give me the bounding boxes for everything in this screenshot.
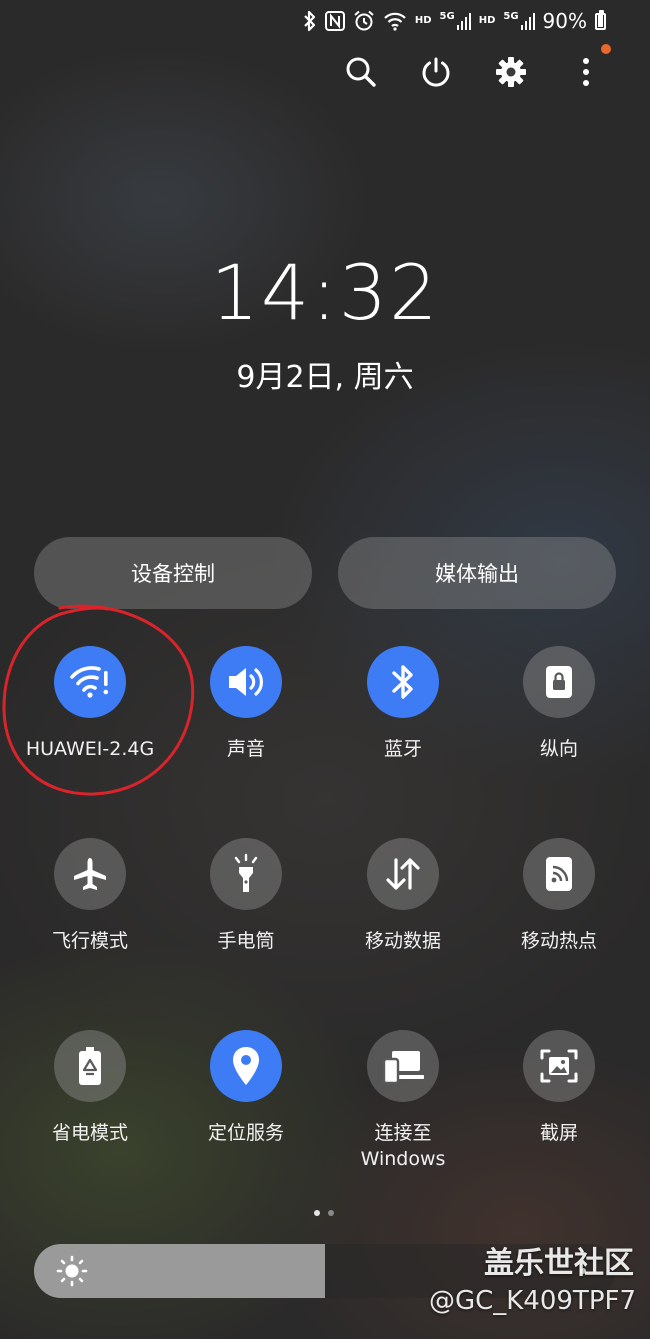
- link-windows-icon: [382, 1051, 424, 1085]
- tile-bluetooth-toggle[interactable]: [367, 646, 439, 718]
- search-button[interactable]: [341, 52, 381, 92]
- hd-badge: HD: [478, 15, 496, 26]
- tile-link-windows-toggle[interactable]: [367, 1030, 439, 1102]
- data-arrows-icon: [386, 858, 420, 890]
- battery-icon: [595, 9, 606, 30]
- alarm-icon: [354, 10, 374, 31]
- settings-button[interactable]: [491, 52, 531, 92]
- tile-airplane-toggle[interactable]: [54, 838, 126, 910]
- volume-icon: [229, 668, 263, 696]
- tile-portrait[interactable]: 纵向: [481, 646, 637, 762]
- page-indicator: [314, 1210, 334, 1216]
- tile-flashlight[interactable]: 手电筒: [168, 838, 324, 954]
- tile-airplane-label: 飞行模式: [51, 930, 128, 952]
- wifi-alert-icon: [70, 666, 109, 698]
- power-button[interactable]: [416, 52, 456, 92]
- clock-date: 9月2日, 周六: [236, 360, 414, 395]
- tile-hotspot-label: 移动热点: [520, 930, 597, 952]
- signal-icon: [520, 13, 535, 30]
- tile-flashlight-label: 手电筒: [217, 930, 275, 952]
- status-bar: HD 5G HD 5G 90%: [303, 8, 606, 34]
- signal-5g-2: 5G: [503, 11, 535, 30]
- airplane-icon: [74, 858, 106, 890]
- tile-flashlight-toggle[interactable]: [210, 838, 282, 910]
- signal-5g-1: 5G: [440, 12, 471, 30]
- more-vert-icon: [583, 58, 589, 86]
- tile-mobile-data-label: 移动数据: [364, 930, 441, 952]
- more-options-button[interactable]: [566, 52, 606, 92]
- settings-icon: [496, 57, 526, 87]
- bluetooth-icon: [392, 665, 413, 699]
- page-dot: [328, 1210, 334, 1216]
- tile-power-saving-label: 省电模式: [51, 1122, 128, 1144]
- flashlight-icon: [234, 853, 258, 892]
- tile-power-saving[interactable]: 省电模式: [12, 1030, 168, 1146]
- battery-fill: [598, 14, 603, 27]
- tile-wifi-toggle[interactable]: [54, 646, 126, 718]
- nfc-icon: [324, 11, 345, 31]
- power-icon: [422, 57, 450, 87]
- search-icon: [346, 57, 376, 87]
- tile-wifi[interactable]: HUAWEI-2.4G: [12, 646, 168, 762]
- tile-mobile-data-toggle[interactable]: [367, 838, 439, 910]
- quick-panel-actions: [0, 52, 650, 92]
- tile-hotspot-toggle[interactable]: [523, 838, 595, 910]
- tile-portrait-toggle[interactable]: [523, 646, 595, 718]
- device-control-button[interactable]: 设备控制: [34, 537, 312, 609]
- watermark-user: @GC_K409TPF7: [428, 1286, 636, 1316]
- tile-screenshot-label: 截屏: [539, 1122, 578, 1144]
- tile-screenshot-toggle[interactable]: [523, 1030, 595, 1102]
- tile-sound[interactable]: 声音: [168, 646, 324, 762]
- battery-percent: 90%: [542, 9, 587, 33]
- network-type-label: 5G: [503, 11, 519, 22]
- tile-wifi-label: HUAWEI-2.4G: [25, 738, 155, 760]
- tile-location[interactable]: 定位服务: [168, 1030, 324, 1146]
- tile-mobile-data[interactable]: 移动数据: [325, 838, 481, 954]
- tile-sound-label: 声音: [226, 738, 265, 760]
- tile-sound-toggle[interactable]: [210, 646, 282, 718]
- network-type-label: 5G: [439, 11, 455, 22]
- tile-bluetooth[interactable]: 蓝牙: [325, 646, 481, 762]
- watermark-title: 盖乐世社区: [484, 1246, 634, 1281]
- tile-link-windows[interactable]: 连接至 Windows: [325, 1030, 481, 1172]
- tile-location-toggle[interactable]: [210, 1030, 282, 1102]
- page-dot-active: [314, 1210, 320, 1216]
- hd-badge: HD: [414, 15, 432, 26]
- wifi-icon: [384, 12, 406, 31]
- signal-icon: [456, 13, 471, 30]
- device-control-label: 设备控制: [131, 562, 215, 586]
- battery-saver-icon: [79, 1047, 101, 1085]
- tile-airplane[interactable]: 飞行模式: [12, 838, 168, 954]
- screenshot-icon: [540, 1049, 578, 1083]
- tile-portrait-label: 纵向: [539, 738, 578, 760]
- notification-dot: [601, 44, 611, 54]
- media-output-label: 媒体输出: [435, 562, 519, 586]
- media-output-button[interactable]: 媒体输出: [338, 537, 616, 609]
- tile-hotspot[interactable]: 移动热点: [481, 838, 637, 954]
- bluetooth-icon: [304, 10, 315, 32]
- hotspot-icon: [546, 857, 572, 891]
- tile-screenshot[interactable]: 截屏: [481, 1030, 637, 1146]
- clock-time: 14:32: [210, 248, 440, 337]
- tile-power-saving-toggle[interactable]: [54, 1030, 126, 1102]
- location-pin-icon: [233, 1047, 259, 1085]
- rotation-lock-icon: [546, 666, 572, 698]
- tile-link-windows-label: 连接至 Windows: [360, 1122, 446, 1170]
- tile-bluetooth-label: 蓝牙: [383, 738, 422, 760]
- tile-location-label: 定位服务: [207, 1122, 284, 1144]
- sun-icon: [56, 1255, 88, 1287]
